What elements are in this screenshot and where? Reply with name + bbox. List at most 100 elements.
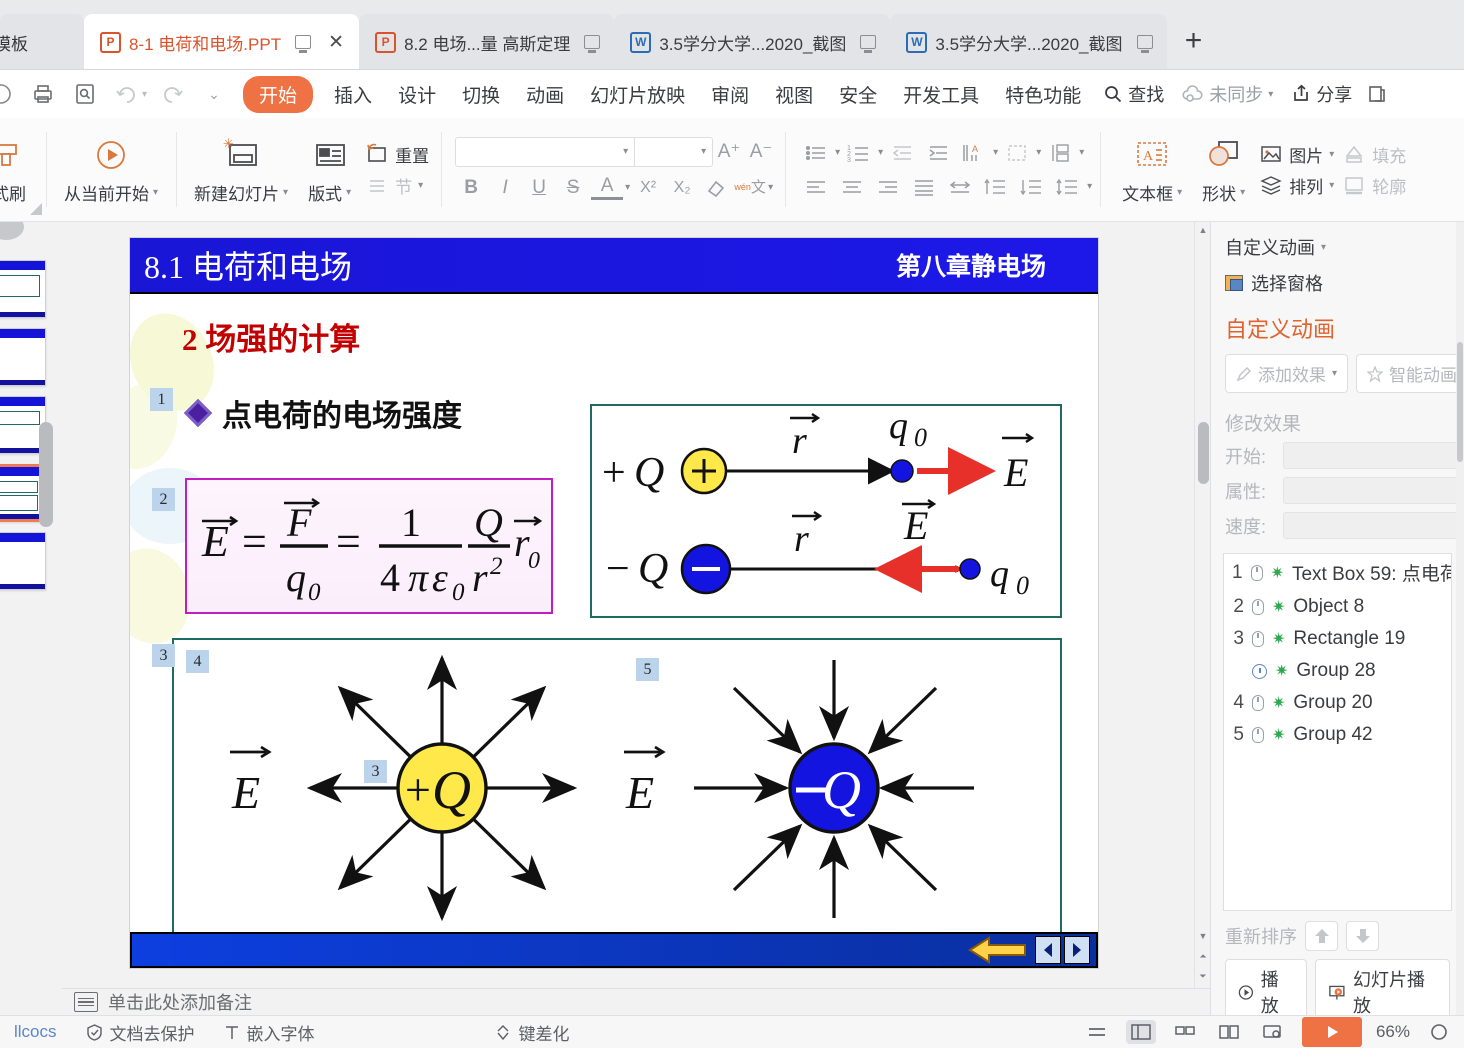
textbox-button[interactable]: A 文本框 ▾ xyxy=(1112,130,1192,209)
strikethrough-button[interactable]: S xyxy=(557,173,589,203)
bullet-list-button[interactable] xyxy=(799,139,833,167)
menu-item-animation[interactable]: 动画 xyxy=(513,81,577,108)
accessibility-button[interactable]: 键差化 xyxy=(479,1020,584,1045)
property-field-input[interactable] xyxy=(1283,477,1464,504)
line-spacing-up-button[interactable] xyxy=(979,173,1013,201)
selection-pane-button[interactable]: 选择窗格 xyxy=(1211,266,1464,306)
layout-button[interactable]: 版式 ▾ xyxy=(298,130,361,209)
present-icon[interactable] xyxy=(295,35,312,49)
animation-list-item[interactable]: ✷ Group 28 xyxy=(1224,655,1451,687)
outline-button[interactable]: 轮廓 xyxy=(1342,173,1406,198)
new-slide-button[interactable]: ✳ 新建幻灯片 ▾ xyxy=(184,130,298,209)
section-heading[interactable]: 2 场强的计算 xyxy=(182,314,360,359)
menu-item-home[interactable]: 开始 xyxy=(243,75,314,113)
pane-header[interactable]: 自定义动画 ▾ xyxy=(1211,222,1464,266)
close-icon[interactable]: ✕ xyxy=(327,33,345,52)
presenter-view-button[interactable] xyxy=(1258,1020,1288,1044)
next-slide-scroll-icon[interactable]: ⏷ xyxy=(1195,968,1211,984)
outline-view-button[interactable] xyxy=(1082,1020,1112,1044)
field-strength-formula-box[interactable]: E = F q 0 = 1 4 π ε 0 Q r 2 r 0 xyxy=(185,478,553,614)
increase-indent-button[interactable] xyxy=(921,139,955,167)
start-slideshow-button[interactable] xyxy=(1301,1017,1362,1047)
reading-view-button[interactable] xyxy=(1214,1020,1244,1044)
animation-list-item[interactable]: 3 ✷ Rectangle 19 xyxy=(1224,623,1451,655)
notes-bar[interactable]: 单击此处添加备注 xyxy=(62,988,1210,1015)
increase-font-size-button[interactable]: A⁺ xyxy=(713,137,745,167)
line-spacing-down-button[interactable] xyxy=(1015,173,1049,201)
thumbnail-scrollbar[interactable] xyxy=(39,422,53,527)
slide-thumbnail[interactable] xyxy=(0,328,46,386)
font-color-dropdown-icon[interactable]: ▾ xyxy=(625,182,630,193)
smart-animation-button[interactable]: 智能动画 ▾ xyxy=(1356,354,1464,393)
superscript-button[interactable]: X² xyxy=(632,173,664,203)
embed-font-button[interactable]: 嵌入字体 xyxy=(209,1020,329,1045)
redo-icon[interactable] xyxy=(157,79,187,109)
move-down-button[interactable] xyxy=(1346,921,1379,951)
menu-item-security[interactable]: 安全 xyxy=(826,81,890,108)
align-text-button[interactable] xyxy=(1000,139,1034,167)
print-preview-icon[interactable] xyxy=(70,79,100,109)
animation-tag-4[interactable]: 4 xyxy=(186,650,209,673)
start-field-row[interactable]: 开始: xyxy=(1211,438,1464,473)
picture-button[interactable]: 图片 ▾ xyxy=(1259,142,1334,167)
tab-doc-1[interactable]: W 3.5学分大学...2020_截图 xyxy=(614,14,891,70)
bold-button[interactable]: B xyxy=(455,173,487,203)
reset-button[interactable]: 重置 xyxy=(365,142,429,167)
animation-list-item[interactable]: 2 ✷ Object 8 xyxy=(1224,591,1451,623)
present-icon[interactable] xyxy=(1136,35,1153,49)
zoom-out-button[interactable] xyxy=(1424,1020,1454,1044)
animation-tag-3b[interactable]: 3 xyxy=(364,760,387,783)
collaborate-icon[interactable] xyxy=(1362,79,1392,109)
document-protection-button[interactable]: 文档去保护 xyxy=(71,1020,209,1045)
numbered-list-button[interactable]: 123 xyxy=(842,139,876,167)
new-tab-button[interactable]: + xyxy=(1177,24,1211,58)
find-button[interactable]: 查找 xyxy=(1094,81,1173,107)
field-lines-box[interactable]: 4 5 3 + Q E Q E xyxy=(172,638,1062,938)
zoom-level[interactable]: 66% xyxy=(1376,1022,1410,1042)
format-painter-button[interactable]: 式刷 xyxy=(0,130,38,209)
speed-field-row[interactable]: 速度: xyxy=(1211,508,1464,543)
move-up-button[interactable] xyxy=(1305,921,1338,951)
tab-template[interactable]: 模板 xyxy=(0,14,84,70)
add-effect-button[interactable]: 添加效果 ▾ xyxy=(1225,354,1349,393)
customize-toolbar-icon[interactable]: ⌄ xyxy=(199,79,229,109)
font-color-button[interactable]: A xyxy=(591,175,624,200)
animation-tag-1[interactable]: 1 xyxy=(150,388,173,411)
justify-button[interactable] xyxy=(907,173,941,201)
slide-title-bar[interactable]: 8.1 电荷和电场 第八章静电场 xyxy=(130,238,1098,294)
sync-status-button[interactable]: 未同步 ▾ xyxy=(1173,81,1282,107)
distribute-button[interactable] xyxy=(943,173,977,201)
pane-scrollbar[interactable] xyxy=(1456,222,1464,1015)
animation-tag-5[interactable]: 5 xyxy=(636,658,659,681)
section-button[interactable]: 节 ▾ xyxy=(365,173,429,198)
clear-format-icon[interactable] xyxy=(700,173,732,203)
menu-item-transition[interactable]: 切换 xyxy=(449,81,513,108)
chevron-down-icon[interactable]: ▾ xyxy=(1268,89,1273,100)
fill-button[interactable]: 填充 xyxy=(1342,142,1406,167)
align-center-button[interactable] xyxy=(835,173,869,201)
share-button[interactable]: 分享 xyxy=(1282,81,1356,107)
chevron-down-icon[interactable]: ▾ xyxy=(623,146,628,157)
font-name-input[interactable]: ▾ xyxy=(455,136,636,167)
animation-list-item[interactable]: 1 ✷ Text Box 59: 点电荷 xyxy=(1224,554,1451,591)
animation-list-item[interactable]: 4 ✷ Group 20 xyxy=(1224,687,1451,719)
previous-slide-button[interactable] xyxy=(1035,936,1061,964)
save-icon[interactable] xyxy=(0,79,16,109)
tab-doc-2[interactable]: W 3.5学分大学...2020_截图 xyxy=(890,14,1167,70)
test-charge-diagram-box[interactable]: + Q r q 0 E − Q r E q 0 xyxy=(590,404,1062,618)
current-slide[interactable]: 8.1 电荷和电场 第八章静电场 2 场强的计算 1 点电荷的电场强度 2 E … xyxy=(130,238,1098,968)
previous-slide-scroll-icon[interactable]: ⏶ xyxy=(1195,948,1211,964)
speed-field-input[interactable] xyxy=(1283,512,1464,539)
normal-view-button[interactable] xyxy=(1125,1020,1156,1044)
pinyin-dropdown-icon[interactable]: ▾ xyxy=(768,182,773,193)
menu-item-features[interactable]: 特色功能 xyxy=(992,81,1094,108)
present-icon[interactable] xyxy=(860,35,877,49)
align-left-button[interactable] xyxy=(799,173,833,201)
animation-list-item[interactable]: 5 ✷ Group 42 xyxy=(1224,719,1451,751)
menu-item-view[interactable]: 视图 xyxy=(762,81,826,108)
slide-navigation-bar[interactable] xyxy=(130,932,1098,968)
undo-dropdown-icon[interactable]: ▾ xyxy=(142,89,147,100)
line-spacing-button[interactable] xyxy=(1051,173,1085,201)
animation-list[interactable]: 1 ✷ Text Box 59: 点电荷 2 ✷ Object 8 3 ✷ Re… xyxy=(1223,553,1452,911)
slide-sorter-view-button[interactable] xyxy=(1170,1020,1200,1044)
